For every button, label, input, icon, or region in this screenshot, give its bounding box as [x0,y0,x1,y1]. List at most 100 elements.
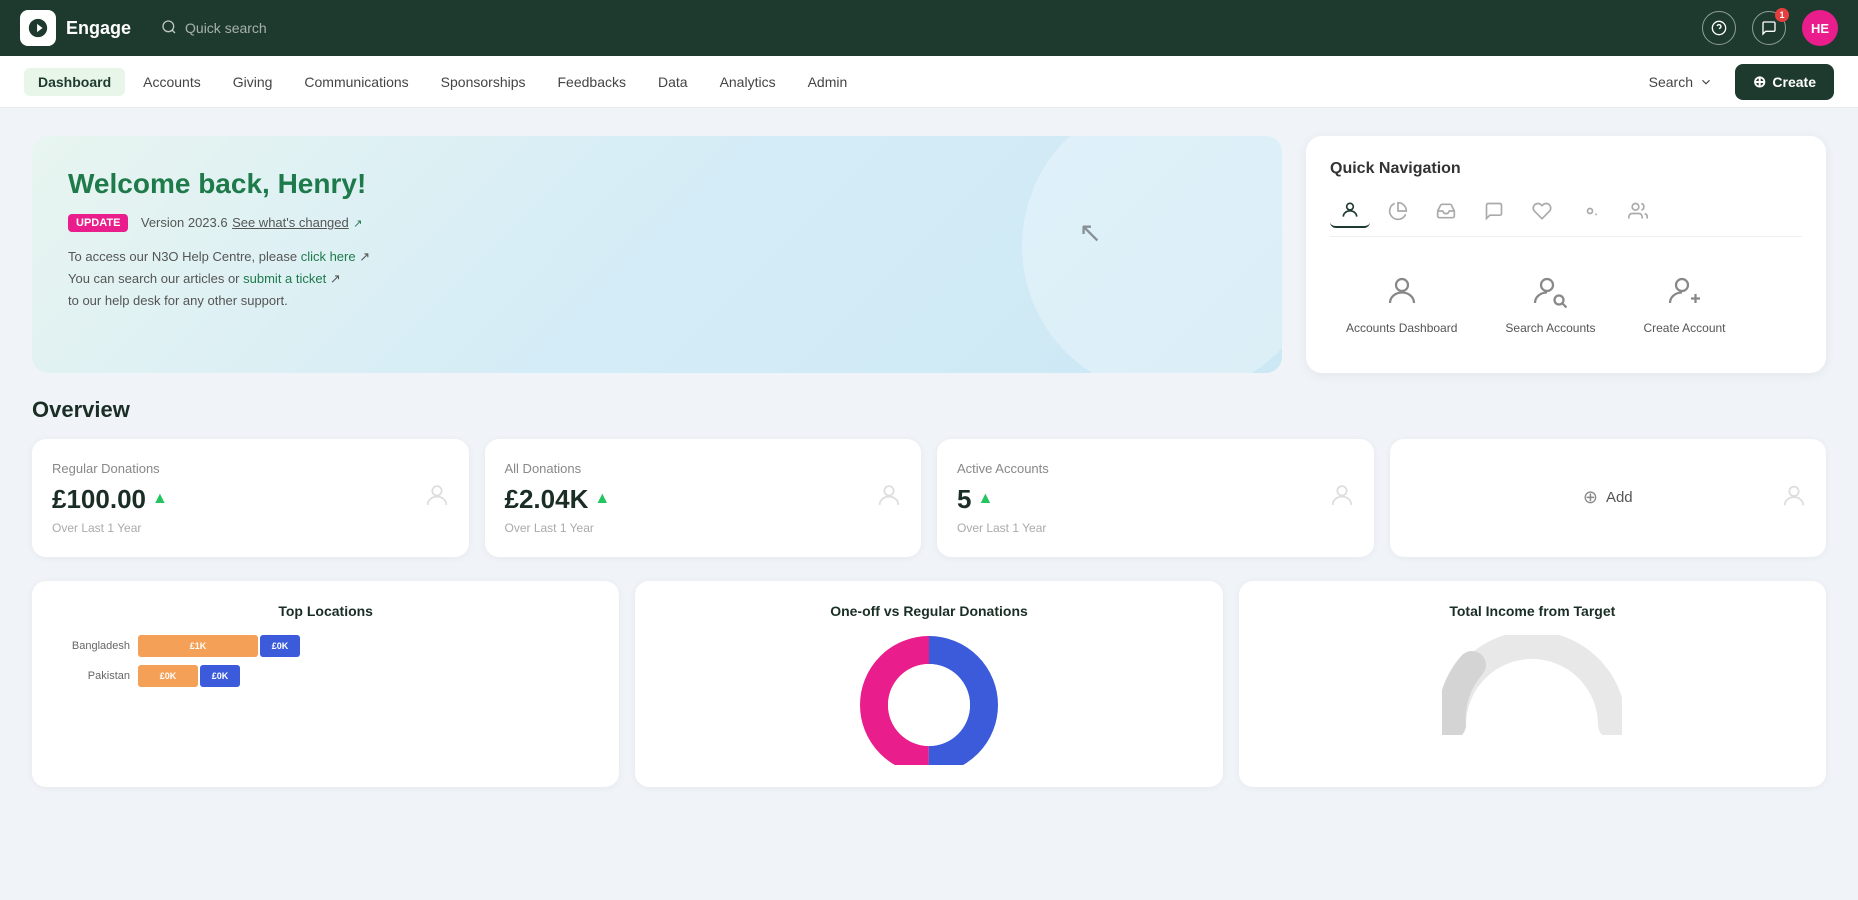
nav-item-analytics[interactable]: Analytics [706,68,790,96]
quick-nav-items: Accounts Dashboard Search Accounts [1330,257,1802,349]
person-icon [1328,481,1356,514]
person-icon [875,481,903,514]
top-bar-right: 1 HE [1702,10,1838,46]
nav-item-communications[interactable]: Communications [290,68,422,96]
nav-item-sponsorships[interactable]: Sponsorships [427,68,540,96]
quick-nav-tabs [1330,194,1802,237]
qn-tab-chat[interactable] [1474,194,1514,228]
nav-item-admin[interactable]: Admin [794,68,862,96]
qn-tab-inbox[interactable] [1426,194,1466,228]
stat-sub: Over Last 1 Year [52,521,449,535]
half-donut-chart [1442,635,1622,735]
top-bar: Engage Quick search 1 HE [0,0,1858,56]
add-icon: ⊕ [1583,487,1598,508]
bar-group: £1K £0K [138,635,591,657]
user-avatar[interactable]: HE [1802,10,1838,46]
chart-title: One-off vs Regular Donations [655,603,1202,619]
accounts-dashboard-icon [1380,269,1424,313]
bar-row-bangladesh: Bangladesh £1K £0K [60,635,591,657]
content-area: Welcome back, Henry! UPDATE Version 2023… [0,108,1858,815]
person-icon [423,481,451,514]
donut-chart [859,635,999,765]
search-icon [161,19,177,38]
main-nav: Dashboard Accounts Giving Communications… [0,56,1858,108]
donut-wrap [655,635,1202,765]
chart-title: Total Income from Target [1259,603,1806,619]
qn-item-label: Accounts Dashboard [1346,321,1457,337]
notifications-button[interactable]: 1 [1752,11,1786,45]
version-row: UPDATE Version 2023.6 See what's changed… [68,214,1246,232]
stat-card-regular-donations: Regular Donations £100.00 ▲ Over Last 1 … [32,439,469,557]
quick-nav-title: Quick Navigation [1330,160,1802,178]
update-badge: UPDATE [68,214,128,232]
bar-seg-orange: £0K [138,665,198,687]
notification-badge: 1 [1775,8,1789,22]
trend-icon: ▲ [152,490,168,508]
bar-label: Pakistan [60,670,130,682]
overview-section: Overview Regular Donations £100.00 ▲ Ove… [32,397,1826,787]
quick-navigation-panel: Quick Navigation [1306,136,1826,373]
quick-search-bar[interactable]: Quick search [161,19,267,38]
add-label: Add [1606,489,1633,506]
stat-card-active-accounts: Active Accounts 5 ▲ Over Last 1 Year [937,439,1374,557]
nav-right: Search ⊕ Create [1639,64,1834,100]
person-icon [1780,482,1808,514]
overview-title: Overview [32,397,1826,423]
trend-icon: ▲ [594,490,610,508]
chart-oneoff-regular: One-off vs Regular Donations [635,581,1222,787]
stat-value: 5 ▲ [957,484,1354,515]
cursor-icon: ↖ [1079,216,1102,249]
help-button[interactable] [1702,11,1736,45]
qn-tab-settings[interactable] [1570,194,1610,228]
stat-value: £100.00 ▲ [52,484,449,515]
nav-item-giving[interactable]: Giving [219,68,287,96]
create-account-icon [1663,269,1707,313]
top-content-grid: Welcome back, Henry! UPDATE Version 2023… [32,136,1826,373]
qn-create-account[interactable]: Create Account [1627,257,1741,349]
external-link-icon2: ↗ [359,249,370,264]
logo-wrap[interactable]: Engage [20,10,131,46]
stat-sub: Over Last 1 Year [505,521,902,535]
see-changes-link[interactable]: See what's changed [232,215,349,230]
stat-value: £2.04K ▲ [505,484,902,515]
create-plus-icon: ⊕ [1753,72,1766,92]
search-nav-button[interactable]: Search [1639,68,1723,96]
stat-card-all-donations: All Donations £2.04K ▲ Over Last 1 Year [485,439,922,557]
add-stat-card[interactable]: ⊕ Add [1390,439,1827,557]
search-label: Search [1649,74,1693,90]
stat-label: All Donations [505,461,902,476]
chevron-down-icon [1699,75,1713,89]
help-text: To access our N3O Help Centre, please cl… [68,246,1246,312]
nav-item-dashboard[interactable]: Dashboard [24,68,125,96]
nav-item-accounts[interactable]: Accounts [129,68,215,96]
chart-top-locations: Top Locations Bangladesh £1K £0K Pakista… [32,581,619,787]
bar-group: £0K £0K [138,665,591,687]
trend-icon: ▲ [977,490,993,508]
qn-item-label: Search Accounts [1505,321,1595,337]
welcome-section: Welcome back, Henry! UPDATE Version 2023… [32,136,1282,373]
stat-label: Active Accounts [957,461,1354,476]
external-link-icon: ↗ [353,218,362,230]
submit-ticket-link[interactable]: submit a ticket [243,271,326,286]
bar-row-pakistan: Pakistan £0K £0K [60,665,591,687]
stat-sub: Over Last 1 Year [957,521,1354,535]
quick-search-label: Quick search [185,20,267,36]
chart-total-income: Total Income from Target [1239,581,1826,787]
bar-label: Bangladesh [60,640,130,652]
nav-item-feedbacks[interactable]: Feedbacks [544,68,640,96]
qn-accounts-dashboard[interactable]: Accounts Dashboard [1330,257,1473,349]
create-button[interactable]: ⊕ Create [1735,64,1834,100]
nav-item-data[interactable]: Data [644,68,702,96]
qn-tab-heart[interactable] [1522,194,1562,228]
qn-tab-person[interactable] [1330,194,1370,228]
search-accounts-icon [1528,269,1572,313]
qn-tab-pie[interactable] [1378,194,1418,228]
bar-seg-orange: £1K [138,635,258,657]
qn-search-accounts[interactable]: Search Accounts [1489,257,1611,349]
logo-icon [20,10,56,46]
click-here-link[interactable]: click here [301,249,356,264]
qn-item-label: Create Account [1643,321,1725,337]
qn-tab-people[interactable] [1618,194,1658,228]
half-donut-wrap [1259,635,1806,735]
charts-row: Top Locations Bangladesh £1K £0K Pakista… [32,581,1826,787]
